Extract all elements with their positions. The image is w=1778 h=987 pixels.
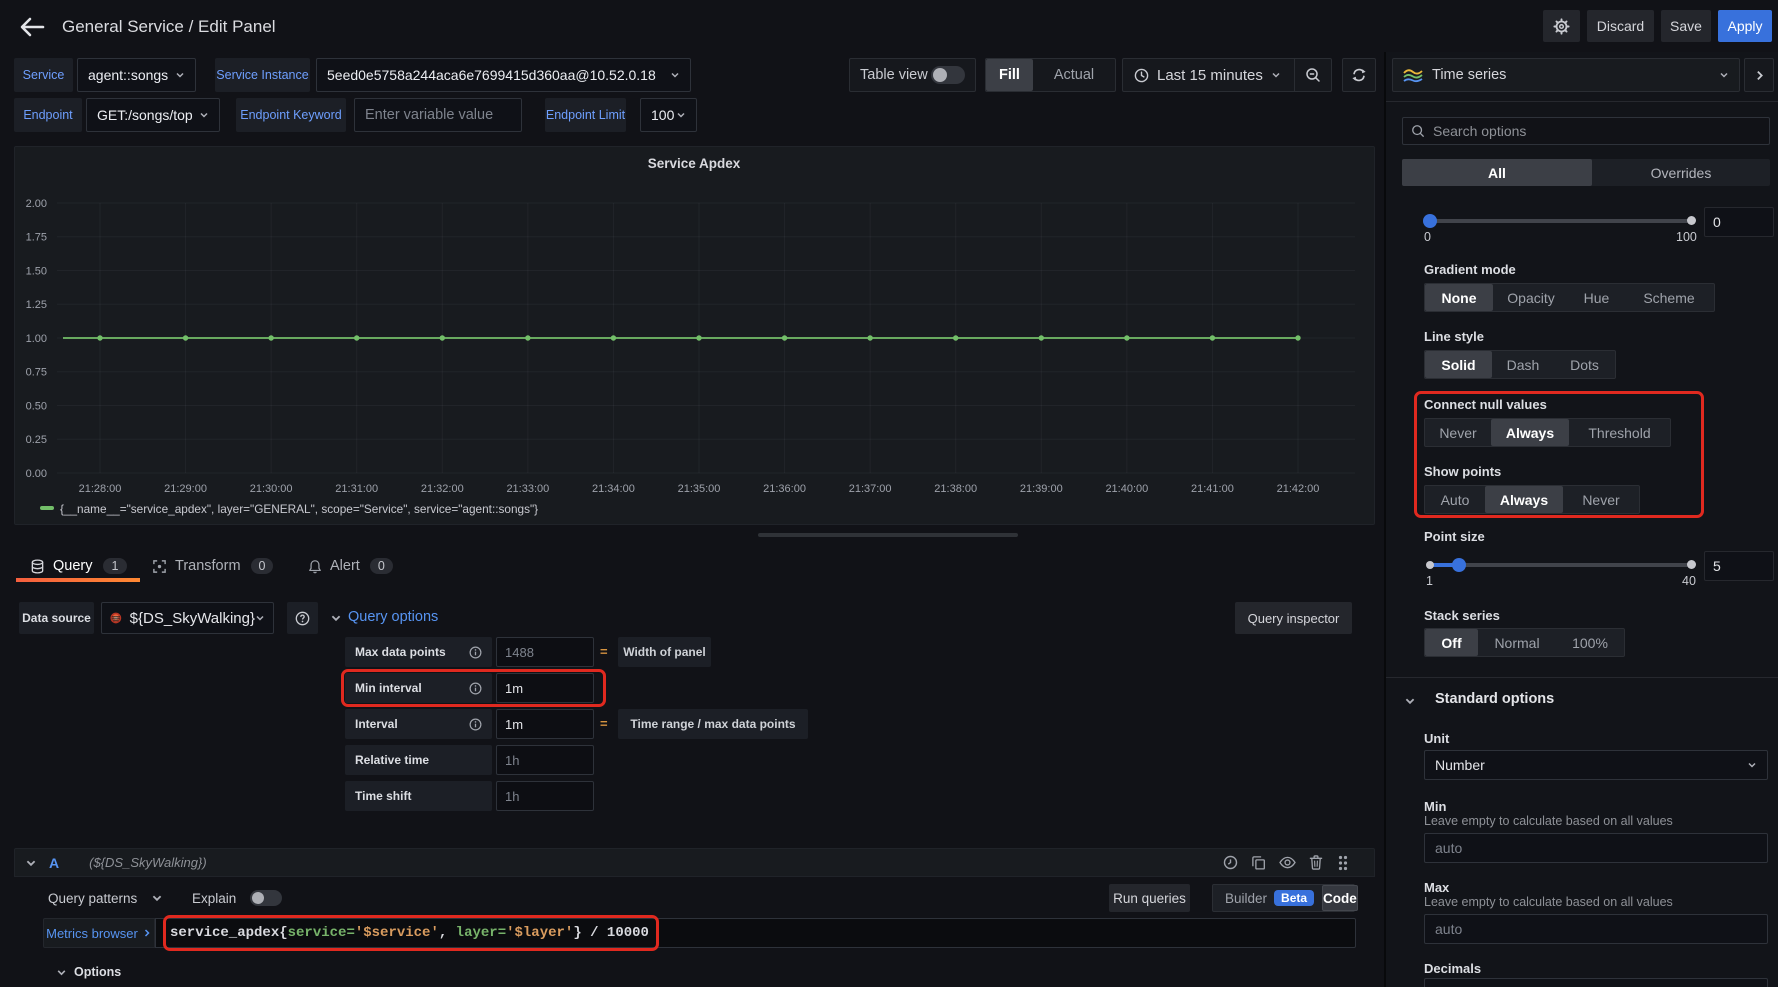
svg-text:21:28:00: 21:28:00: [79, 483, 122, 495]
svg-text:21:29:00: 21:29:00: [164, 483, 207, 495]
svg-text:0.25: 0.25: [26, 434, 47, 446]
svg-text:21:40:00: 21:40:00: [1105, 483, 1148, 495]
svg-text:21:35:00: 21:35:00: [678, 483, 721, 495]
svg-text:21:30:00: 21:30:00: [250, 483, 293, 495]
svg-text:1.50: 1.50: [26, 265, 47, 277]
svg-text:2.00: 2.00: [26, 198, 47, 210]
svg-text:0.75: 0.75: [26, 367, 47, 379]
svg-text:21:33:00: 21:33:00: [506, 483, 549, 495]
svg-text:1.00: 1.00: [26, 333, 47, 345]
svg-text:Service Apdex: Service Apdex: [648, 156, 741, 171]
svg-text:1.75: 1.75: [26, 232, 47, 244]
svg-text:21:32:00: 21:32:00: [421, 483, 464, 495]
svg-text:21:38:00: 21:38:00: [934, 483, 977, 495]
svg-text:21:39:00: 21:39:00: [1020, 483, 1063, 495]
svg-text:21:37:00: 21:37:00: [849, 483, 892, 495]
svg-text:0.50: 0.50: [26, 400, 47, 412]
svg-text:21:41:00: 21:41:00: [1191, 483, 1234, 495]
svg-text:21:36:00: 21:36:00: [763, 483, 806, 495]
svg-text:21:34:00: 21:34:00: [592, 483, 635, 495]
svg-text:21:42:00: 21:42:00: [1277, 483, 1320, 495]
svg-text:1.25: 1.25: [26, 299, 47, 311]
svg-text:21:31:00: 21:31:00: [335, 483, 378, 495]
svg-text:{__name__="service_apdex", lay: {__name__="service_apdex", layer="GENERA…: [60, 502, 538, 516]
svg-text:0.00: 0.00: [26, 468, 47, 480]
